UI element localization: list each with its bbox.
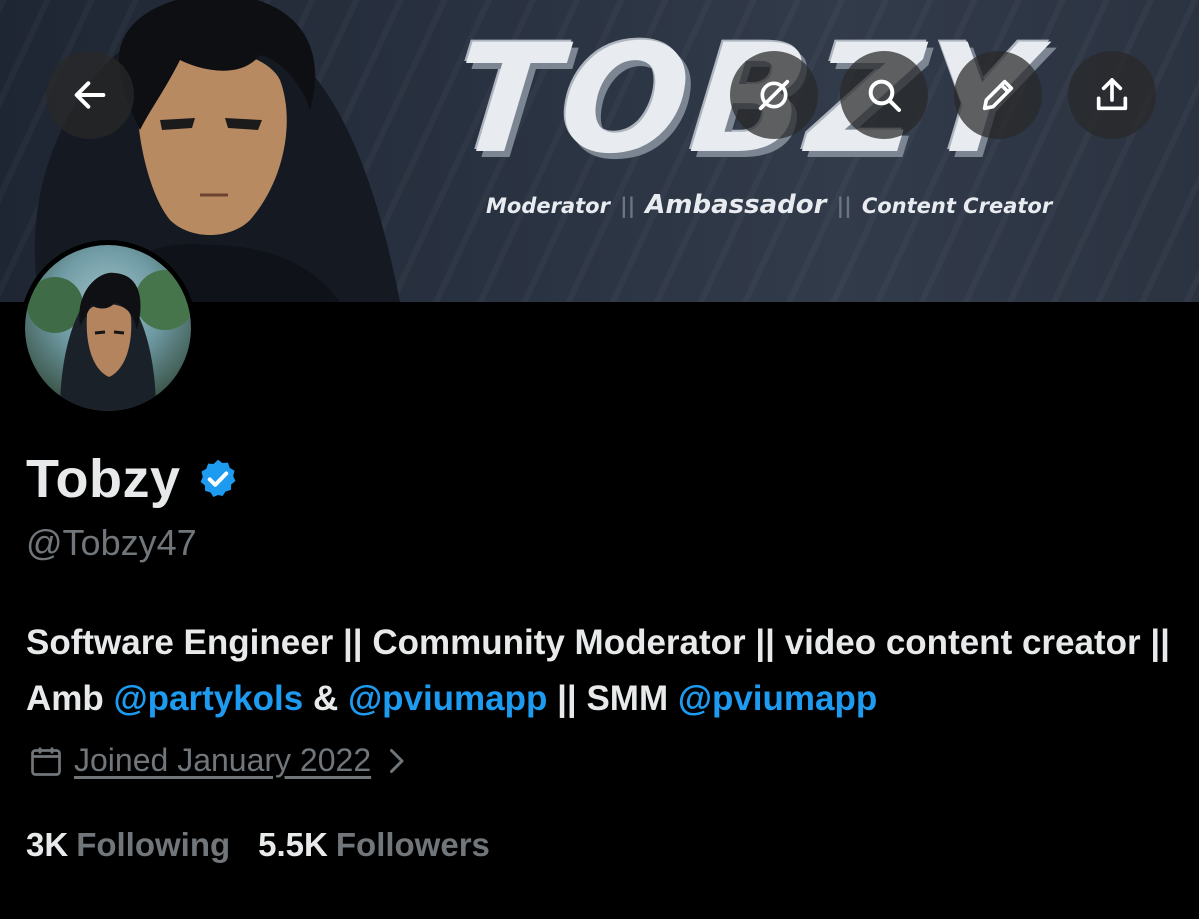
bio-text: || SMM bbox=[547, 679, 678, 718]
followers-link[interactable]: 5.5K Followers bbox=[258, 826, 490, 864]
chevron-right-icon bbox=[390, 748, 404, 773]
grok-button[interactable] bbox=[730, 51, 818, 139]
follow-stats: 3K Following 5.5K Followers bbox=[26, 826, 518, 864]
profile-bio: Software Engineer || Community Moderator… bbox=[26, 615, 1186, 727]
following-label: Following bbox=[76, 826, 231, 863]
avatar-image bbox=[25, 245, 191, 411]
avatar[interactable] bbox=[20, 240, 196, 416]
mention-link-partykols[interactable]: @partykols bbox=[114, 679, 304, 718]
edit-button[interactable] bbox=[954, 51, 1042, 139]
following-count: 3K bbox=[26, 826, 69, 863]
followers-label: Followers bbox=[335, 826, 490, 863]
grok-icon bbox=[758, 79, 790, 111]
following-link[interactable]: 3K Following bbox=[26, 826, 230, 864]
share-icon bbox=[1096, 78, 1128, 111]
profile-name: Tobzy bbox=[26, 449, 181, 509]
followers-count: 5.5K bbox=[258, 826, 328, 863]
profile-banner[interactable]: TOBZY Moderator||Ambassador||Content Cre… bbox=[0, 0, 1199, 302]
mention-link-pviumapp[interactable]: @pviumapp bbox=[348, 679, 547, 718]
search-icon bbox=[868, 79, 901, 112]
share-button[interactable] bbox=[1068, 51, 1156, 139]
joined-date-row[interactable]: Joined January 2022 bbox=[28, 742, 407, 779]
arrow-left-icon bbox=[74, 81, 106, 109]
profile-handle: @Tobzy47 bbox=[26, 522, 197, 563]
banner-tag-moderator: Moderator bbox=[486, 194, 610, 218]
banner-tag-ambassador: Ambassador bbox=[645, 190, 827, 220]
joined-date-link[interactable]: Joined January 2022 bbox=[74, 742, 371, 779]
banner-tag-content-creator: Content Creator bbox=[861, 194, 1053, 218]
calendar-icon bbox=[31, 747, 61, 776]
avatar-art bbox=[27, 270, 191, 411]
banner-tagline: Moderator || Ambassador || Content Creator bbox=[486, 190, 1053, 220]
bio-text: & bbox=[303, 679, 348, 718]
pencil-icon bbox=[982, 79, 1014, 111]
search-button[interactable] bbox=[840, 51, 928, 139]
mention-link-pviumapp[interactable]: @pviumapp bbox=[678, 679, 877, 718]
back-button[interactable] bbox=[46, 51, 134, 139]
verified-badge-icon[interactable] bbox=[196, 457, 240, 501]
profile-name-row: Tobzy bbox=[26, 448, 240, 510]
